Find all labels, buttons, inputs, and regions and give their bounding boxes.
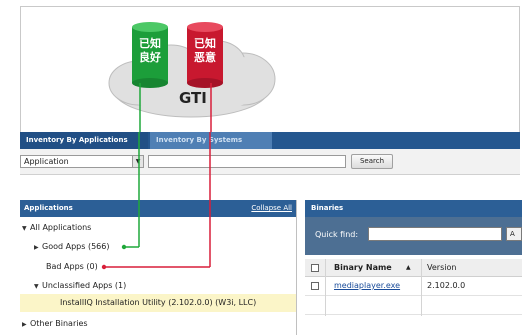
column-binary-name[interactable]: Binary Name xyxy=(334,259,392,277)
sort-ascending-icon[interactable]: ▲ xyxy=(406,259,411,277)
connector-lines xyxy=(101,132,211,270)
quick-find-bar: Quick find: A xyxy=(305,217,522,255)
binaries-panel: Binaries Quick find: A Binary Name ▲ Ver… xyxy=(305,200,522,335)
gti-cloud-graphic xyxy=(108,22,276,133)
tree-item-installiq[interactable]: InstallIQ Installation Utility (2.102.0.… xyxy=(60,296,256,310)
table-row[interactable]: mediaplayer.exe 2.102.0.0 xyxy=(305,277,522,296)
tree-item-unclassified-apps[interactable]: ▼ Unclassified Apps (1) xyxy=(34,279,126,294)
binaries-panel-title: Binaries xyxy=(305,200,522,217)
quick-find-label: Quick find: xyxy=(315,230,359,239)
quick-find-input[interactable] xyxy=(368,227,502,241)
applications-panel: Applications Collapse All ▼ All Applicati… xyxy=(20,132,297,335)
binaries-grid-header: Binary Name ▲ Version xyxy=(305,259,522,277)
gti-label: GTI xyxy=(179,89,207,107)
row-checkbox[interactable] xyxy=(311,282,319,290)
quick-find-button[interactable]: A xyxy=(506,227,522,241)
known-bad-label: 已知恶意 xyxy=(194,37,216,64)
column-divider xyxy=(421,259,422,316)
expanded-triangle-icon[interactable]: ▼ xyxy=(34,280,42,294)
table-row-empty xyxy=(305,296,522,315)
known-good-label: 已知良好 xyxy=(139,37,161,64)
collapsed-triangle-icon[interactable]: ▶ xyxy=(22,318,30,332)
column-version[interactable]: Version xyxy=(427,259,456,277)
select-all-checkbox[interactable] xyxy=(311,264,319,272)
gti-diagram: 已知良好 已知恶意 GTI xyxy=(20,6,520,133)
binary-name-link[interactable]: mediaplayer.exe xyxy=(334,277,400,295)
binary-version: 2.102.0.0 xyxy=(427,281,466,290)
search-button[interactable]: Search xyxy=(351,154,393,169)
column-divider xyxy=(325,259,326,316)
tree-item-other-binaries[interactable]: ▶ Other Binaries xyxy=(22,317,88,332)
